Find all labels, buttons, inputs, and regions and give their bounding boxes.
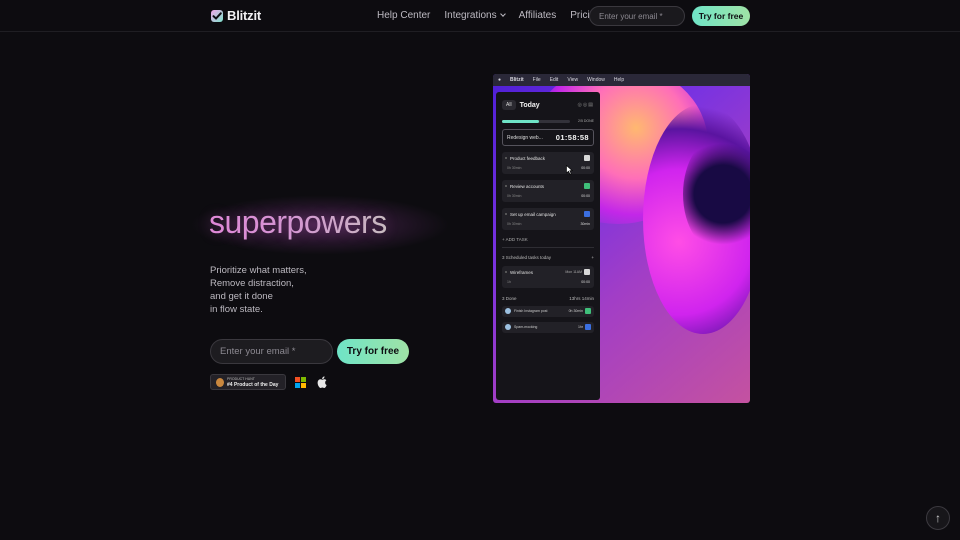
nav-try-for-free-button[interactable]: Try for free [692, 6, 750, 26]
apple-menu-icon: ● [498, 77, 502, 83]
task-name: Review accounts [510, 184, 545, 189]
drag-dot-icon [505, 271, 507, 273]
task-card: Review accounts 0h 30min 00:00 [502, 180, 594, 202]
windows-icon-square [295, 377, 300, 382]
hero-email-input[interactable] [210, 339, 333, 364]
nav-link-help-center[interactable]: Help Center [377, 10, 430, 21]
menubar-item: Edit [549, 77, 559, 83]
windows-icon[interactable] [295, 377, 306, 388]
hero-try-for-free-button[interactable]: Try for free [337, 339, 409, 364]
task-estimate: 0h 30min [507, 166, 522, 170]
nav-links: Help Center Integrations Affiliates Pric… [377, 10, 615, 21]
done-header: 3 Done 13hrs 14min [502, 296, 594, 301]
menubar-app-name: Blitzit [510, 77, 524, 83]
task-elapsed: 00:00 [581, 194, 590, 198]
task-elapsed: 00:00 [581, 166, 590, 170]
menubar-item: Help [613, 77, 625, 83]
hero-subtitle-line: Prioritize what matters, [210, 265, 307, 276]
task-estimate: 1h [507, 280, 511, 284]
mouse-cursor-icon [566, 165, 573, 175]
active-timer: Redesign web... 01:58:58 [502, 129, 594, 146]
add-task-label: + ADD TASK [502, 237, 528, 242]
task-checkbox [584, 155, 590, 161]
done-task-name: Spam-mocking [514, 325, 538, 329]
task-checkbox [584, 183, 590, 189]
mac-menubar: ● Blitzit File Edit View Window Help [493, 74, 750, 86]
nav-link-integrations[interactable]: Integrations [444, 10, 506, 21]
app-screenshot: ● Blitzit File Edit View Window Help All… [493, 74, 750, 403]
done-task-time: 0h 30min [568, 309, 583, 313]
hero-subtitle: Prioritize what matters, Remove distract… [210, 264, 307, 316]
hero-subtitle-line: in flow state. [210, 304, 263, 315]
progress-label: 2/5 DONE [578, 119, 594, 123]
product-hunt-badge[interactable]: PRODUCT HUNT #4 Product of the Day [210, 374, 286, 390]
drag-dot-icon [505, 157, 507, 159]
hero-headline: superpowers [209, 204, 387, 240]
task-checkbox [584, 211, 590, 217]
chevron-down-icon [499, 11, 506, 17]
done-task-row: Finish Instagram post 0h 30min [502, 306, 594, 317]
brand-name: Blitzit [227, 8, 261, 23]
panel-title: Today [519, 101, 540, 109]
progress-bar [502, 119, 570, 123]
task-name: Wireframes [510, 270, 534, 275]
nav-email-input[interactable] [589, 6, 685, 26]
done-task-name: Finish Instagram post [514, 309, 548, 313]
panel-header: All Today ◎◎▤ [502, 99, 594, 111]
task-elapsed: 30min [580, 222, 590, 226]
nav-link-integrations-label: Integrations [444, 10, 497, 21]
progress-fill [502, 119, 540, 123]
task-checkbox [584, 269, 590, 275]
medal-icon [216, 378, 224, 387]
divider [502, 247, 594, 248]
task-estimate: 0h 30min [507, 194, 522, 198]
product-hunt-label: PRODUCT HUNT [227, 377, 255, 381]
drag-dot-icon [505, 213, 507, 215]
hero-subtitle-line: and get it done [210, 291, 273, 302]
apple-icon[interactable] [317, 376, 327, 388]
scheduled-task-card: Wireframes Mon 11AM 1h 00:00 [502, 266, 594, 288]
brand-logo[interactable]: Blitzit [210, 8, 261, 23]
menubar-item: View [567, 77, 579, 83]
nav-link-affiliates[interactable]: Affiliates [519, 10, 557, 21]
panel-toolbar-icons: ◎◎▤ [577, 102, 594, 108]
task-card: Set up email campaign 0h 30min 30min [502, 208, 594, 230]
scheduled-add: + [591, 255, 594, 260]
scheduled-label: 3 Scheduled tasks today [502, 255, 552, 260]
task-elapsed: 00:00 [581, 280, 590, 284]
task-app-icon [505, 324, 511, 330]
task-name: Product feedback [510, 156, 546, 161]
task-panel: All Today ◎◎▤ 2/5 DONE Redesign web... 0… [496, 92, 600, 400]
task-estimate: 0h 30min [507, 222, 522, 226]
task-schedule-time: Mon 11AM [565, 270, 582, 274]
product-hunt-rank: #4 Product of the Day [227, 382, 279, 388]
drag-dot-icon [505, 185, 507, 187]
menubar-item: Window [587, 77, 605, 83]
filter-dropdown: All [502, 100, 516, 110]
hero-subtitle-line: Remove distraction, [210, 278, 294, 289]
windows-icon-square [301, 377, 306, 382]
done-task-row: Spam-mocking 1hr [502, 322, 594, 333]
top-nav: Blitzit Help Center Integrations Affilia… [0, 0, 960, 32]
windows-icon-square [301, 383, 306, 388]
task-app-icon [505, 308, 511, 314]
done-checkbox [585, 324, 591, 330]
done-label: 3 Done [502, 296, 517, 301]
task-name: Set up email campaign [510, 212, 556, 217]
menubar-item: File [532, 77, 541, 83]
task-card: Product feedback 0h 30min 00:00 [502, 152, 594, 174]
progress-row: 2/5 DONE [502, 119, 594, 123]
done-total: 13hrs 14min [569, 296, 594, 301]
logo-icon [211, 9, 223, 22]
timer-task-name: Redesign web... [507, 134, 543, 141]
scheduled-header: 3 Scheduled tasks today + [502, 255, 594, 260]
done-checkbox [585, 308, 591, 314]
windows-icon-square [295, 383, 300, 388]
timer-time: 01:58:58 [555, 133, 589, 142]
done-task-time: 1hr [577, 325, 583, 329]
scroll-to-top-button[interactable]: ↑ [926, 506, 950, 530]
